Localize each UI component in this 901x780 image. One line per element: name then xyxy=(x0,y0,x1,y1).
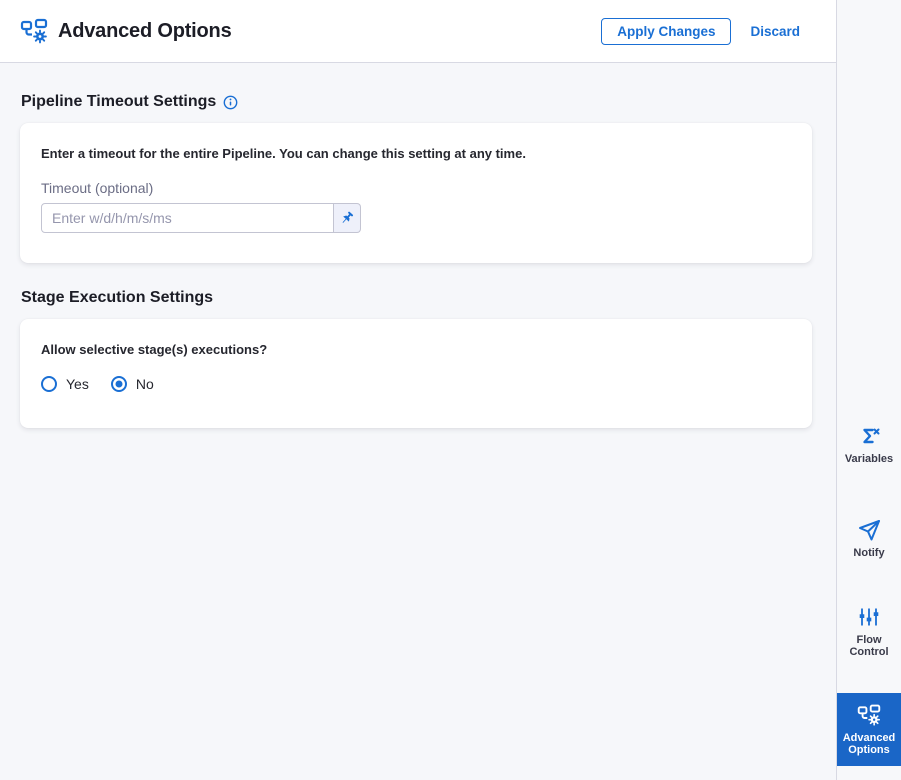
sidebar-item-advanced-options[interactable]: Advanced Options xyxy=(837,693,901,766)
page-title: Advanced Options xyxy=(58,19,232,42)
selective-stage-question: Allow selective stage(s) executions? xyxy=(41,342,268,357)
apply-changes-button[interactable]: Apply Changes xyxy=(601,17,732,45)
timeout-input[interactable] xyxy=(41,203,334,233)
advanced-options-panel: Advanced Options Apply Changes Discard P… xyxy=(0,0,836,780)
sidebar-item-label: Flow Control xyxy=(849,634,889,658)
stage-execution-card: Allow selective stage(s) executions? Yes… xyxy=(20,319,812,428)
radio-label-yes: Yes xyxy=(66,376,89,392)
sidebar-item-label: Advanced Options xyxy=(842,732,896,756)
radio-circle-yes[interactable] xyxy=(41,376,57,392)
sidebar-item-label: Notify xyxy=(853,547,885,559)
sidebar-item-variables[interactable]: Variables xyxy=(837,424,901,465)
selective-stage-radio-group: Yes No xyxy=(41,376,791,398)
discard-button[interactable]: Discard xyxy=(750,24,800,39)
pin-icon xyxy=(342,211,354,223)
pipeline-gear-icon xyxy=(857,704,881,726)
pipeline-timeout-heading: Pipeline Timeout Settings xyxy=(21,93,217,110)
sliders-icon xyxy=(859,608,879,626)
paper-plane-icon xyxy=(859,520,880,541)
panel-header: Advanced Options Apply Changes Discard xyxy=(0,0,836,63)
stage-execution-heading: Stage Execution Settings xyxy=(21,289,214,306)
header-actions: Apply Changes Discard xyxy=(601,17,800,45)
radio-option-yes[interactable]: Yes xyxy=(41,376,89,392)
timeout-description: Enter a timeout for the entire Pipeline.… xyxy=(41,146,526,161)
radio-circle-no[interactable] xyxy=(110,376,127,392)
timeout-input-row xyxy=(41,203,791,233)
input-type-selector-button[interactable] xyxy=(334,203,361,233)
info-icon[interactable] xyxy=(223,95,238,110)
right-toolbar: Variables Notify Flow Control Advanced O… xyxy=(836,0,901,780)
pipeline-timeout-section-head: Pipeline Timeout Settings xyxy=(21,93,812,111)
radio-option-no[interactable]: No xyxy=(110,376,154,392)
sidebar-item-label: Variables xyxy=(844,453,894,465)
radio-label-no: No xyxy=(135,376,154,392)
pipeline-gear-icon xyxy=(20,18,48,44)
panel-content: Pipeline Timeout Settings Enter a timeou… xyxy=(0,93,836,428)
timeout-field-label: Timeout (optional) xyxy=(41,180,154,196)
pipeline-timeout-card: Enter a timeout for the entire Pipeline.… xyxy=(20,123,812,263)
sidebar-item-notify[interactable]: Notify xyxy=(837,518,901,559)
sidebar-item-flow-control[interactable]: Flow Control xyxy=(837,605,901,658)
stage-execution-section-head: Stage Execution Settings xyxy=(21,289,812,307)
sigma-variables-icon xyxy=(863,428,880,444)
